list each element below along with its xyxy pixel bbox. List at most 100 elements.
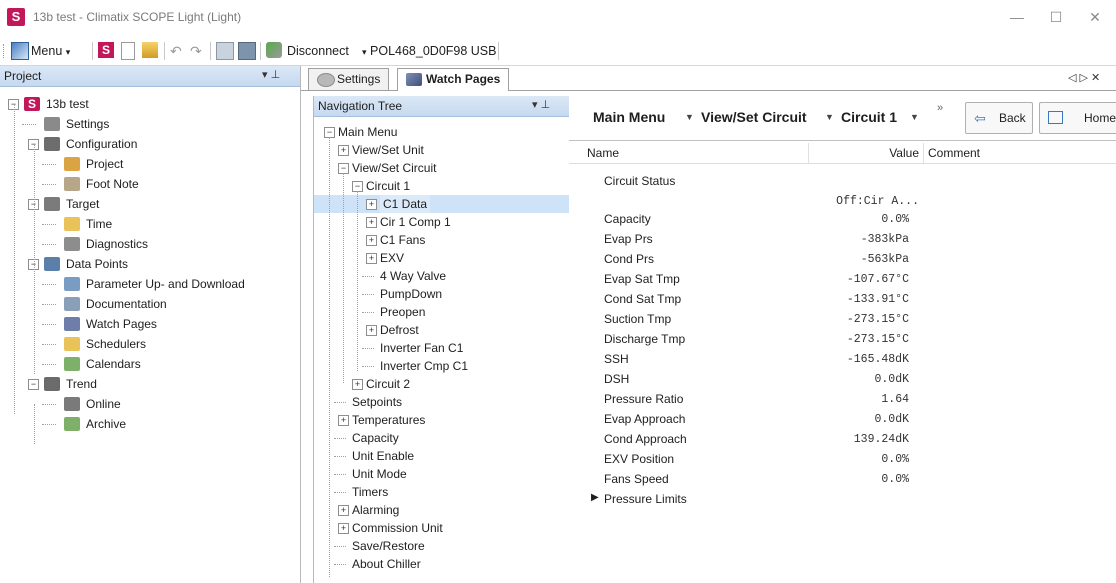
nav-tree-item[interactable]: Inverter Fan C1 — [314, 339, 569, 357]
nav-tree-item[interactable]: + C1 Data — [314, 195, 569, 213]
watch-grid-row[interactable]: Fans Speed 0.0% — [569, 472, 1116, 490]
watch-grid-row[interactable]: Evap Sat Tmp -107.67°C — [569, 272, 1116, 290]
device-select[interactable]: ▾ POL468_0D0F98 USB — [362, 41, 496, 61]
nav-tree-item[interactable]: Preopen — [314, 303, 569, 321]
tree-expander-icon[interactable]: + — [338, 415, 349, 426]
nav-tree-item[interactable]: − View/Set Circuit — [314, 159, 569, 177]
new-document-icon[interactable] — [121, 42, 135, 60]
expand-arrow-icon[interactable]: ▶ — [591, 492, 599, 503]
disconnect-button[interactable]: Disconnect — [287, 41, 349, 61]
watch-grid-row[interactable]: Capacity 0.0% — [569, 212, 1116, 230]
nav-tree-item[interactable]: Unit Mode — [314, 465, 569, 483]
nav-tree-item[interactable]: + Cir 1 Comp 1 — [314, 213, 569, 231]
breadcrumb-overflow[interactable]: » — [937, 102, 943, 114]
column-header-name[interactable]: Name — [587, 146, 619, 160]
project-tree-item[interactable]: Project — [0, 154, 300, 174]
undo-icon[interactable]: ↶ — [170, 41, 182, 61]
save-all-icon[interactable] — [238, 42, 256, 60]
project-tree-item[interactable]: − Data Points — [0, 254, 300, 274]
nav-tree-item[interactable]: + Alarming — [314, 501, 569, 519]
chevron-down-icon[interactable]: ▼ — [825, 112, 834, 122]
tree-expander-icon[interactable]: + — [338, 505, 349, 516]
column-header-comment[interactable]: Comment — [928, 146, 980, 160]
nav-tree-item[interactable]: + Temperatures — [314, 411, 569, 429]
menu-icon[interactable] — [11, 42, 29, 60]
close-button[interactable]: ✕ — [1080, 6, 1110, 28]
tree-expander-icon[interactable]: + — [366, 199, 377, 210]
watch-grid-row[interactable]: Off:Cir A... — [569, 194, 1116, 212]
watch-grid-row[interactable]: Circuit Status — [569, 174, 1116, 192]
pressure-limits-group[interactable]: ▶ Pressure Limits — [569, 492, 1116, 510]
open-project-icon[interactable] — [142, 42, 158, 58]
project-tree-item[interactable]: − Configuration — [0, 134, 300, 154]
nav-tree-item[interactable]: Unit Enable — [314, 447, 569, 465]
watch-grid-row[interactable]: Suction Tmp -273.15°C — [569, 312, 1116, 330]
tab-scroll-controls[interactable]: ◁ ▷ ✕ — [1068, 71, 1100, 84]
project-tree-item[interactable]: Time — [0, 214, 300, 234]
scope-icon[interactable]: S — [98, 42, 114, 58]
watch-grid-row[interactable]: Evap Prs -383kPa — [569, 232, 1116, 250]
maximize-button[interactable]: ☐ — [1041, 6, 1071, 28]
tree-expander-icon[interactable]: + — [366, 325, 377, 336]
project-tree-item[interactable]: − S 13b test — [0, 94, 300, 114]
nav-tree-item[interactable]: + Defrost — [314, 321, 569, 339]
project-tree-item[interactable]: Archive — [0, 414, 300, 434]
nav-tree-item[interactable]: Timers — [314, 483, 569, 501]
breadcrumb-main-menu[interactable]: Main Menu — [593, 109, 665, 125]
watch-grid-row[interactable]: Cond Sat Tmp -133.91°C — [569, 292, 1116, 310]
watch-grid-row[interactable]: Evap Approach 0.0dK — [569, 412, 1116, 430]
nav-tree-item[interactable]: Setpoints — [314, 393, 569, 411]
nav-tree-item[interactable]: About Chiller — [314, 555, 569, 573]
nav-tree-item[interactable]: Save/Restore — [314, 537, 569, 555]
tree-expander-icon[interactable]: + — [366, 235, 377, 246]
tree-expander-icon[interactable]: + — [338, 145, 349, 156]
nav-tree-item[interactable]: 4 Way Valve — [314, 267, 569, 285]
menu-button[interactable]: Menu ▾ — [31, 41, 70, 61]
disconnect-icon[interactable] — [266, 42, 282, 58]
column-header-value[interactable]: Value — [889, 146, 919, 160]
nav-tree-item[interactable]: + Commission Unit — [314, 519, 569, 537]
nav-tree-item[interactable]: Inverter Cmp C1 — [314, 357, 569, 375]
project-tree-item[interactable]: Calendars — [0, 354, 300, 374]
project-tree-item[interactable]: − Trend — [0, 374, 300, 394]
watch-grid-row[interactable]: Cond Prs -563kPa — [569, 252, 1116, 270]
nav-tree-item[interactable]: + EXV — [314, 249, 569, 267]
project-tree-item[interactable]: Online — [0, 394, 300, 414]
project-tree-item[interactable]: Settings — [0, 114, 300, 134]
project-tree-item[interactable]: Parameter Up- and Download — [0, 274, 300, 294]
nav-tree-item[interactable]: + View/Set Unit — [314, 141, 569, 159]
nav-tree-item[interactable]: − Main Menu — [314, 123, 569, 141]
project-tree-item[interactable]: Watch Pages — [0, 314, 300, 334]
home-button[interactable]: Home — [1039, 102, 1116, 134]
minimize-button[interactable]: — — [1002, 6, 1032, 28]
chevron-down-icon[interactable]: ▼ — [685, 112, 694, 122]
tab-watch-pages[interactable]: Watch Pages — [397, 68, 510, 91]
project-tree-item[interactable]: Documentation — [0, 294, 300, 314]
column-divider[interactable] — [923, 143, 924, 163]
tree-expander-icon[interactable]: + — [338, 523, 349, 534]
breadcrumb-circuit-1[interactable]: Circuit 1 — [841, 109, 897, 125]
watch-grid-row[interactable]: Cond Approach 139.24dK — [569, 432, 1116, 450]
watch-grid-row[interactable]: DSH 0.0dK — [569, 372, 1116, 390]
panel-pin-button[interactable]: ▾ ⊥ — [262, 68, 280, 81]
chevron-down-icon[interactable]: ▼ — [910, 112, 919, 122]
watch-grid-row[interactable]: Discharge Tmp -273.15°C — [569, 332, 1116, 350]
nav-tree-item[interactable]: PumpDown — [314, 285, 569, 303]
back-button[interactable]: ⇦ Back — [965, 102, 1033, 134]
tree-expander-icon[interactable]: − — [28, 379, 39, 390]
project-tree-item[interactable]: Schedulers — [0, 334, 300, 354]
project-tree-item[interactable]: Diagnostics — [0, 234, 300, 254]
breadcrumb-view-set-circuit[interactable]: View/Set Circuit — [701, 109, 807, 125]
tab-settings[interactable]: Settings — [308, 68, 390, 90]
nav-tree-item[interactable]: − Circuit 1 — [314, 177, 569, 195]
watch-grid-row[interactable]: SSH -165.48dK — [569, 352, 1116, 370]
tree-expander-icon[interactable]: + — [352, 379, 363, 390]
redo-icon[interactable]: ↷ — [190, 41, 202, 61]
tree-expander-icon[interactable]: + — [366, 253, 377, 264]
tree-expander-icon[interactable]: + — [366, 217, 377, 228]
column-divider[interactable] — [808, 143, 809, 163]
panel-pin-button[interactable]: ▾ ⊥ — [532, 98, 550, 111]
save-icon[interactable] — [216, 42, 234, 60]
nav-tree-item[interactable]: + Circuit 2 — [314, 375, 569, 393]
nav-tree-item[interactable]: + C1 Fans — [314, 231, 569, 249]
